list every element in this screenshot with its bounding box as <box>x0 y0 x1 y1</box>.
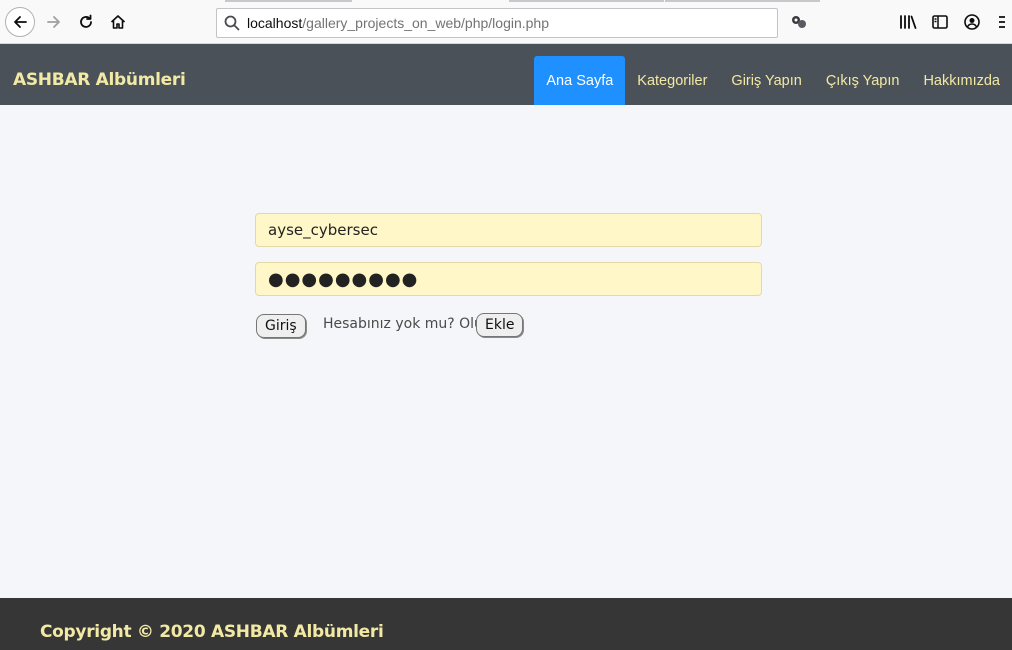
reload-button[interactable] <box>71 7 101 37</box>
nav-item-ana-sayfa[interactable]: Ana Sayfa <box>534 56 626 105</box>
password-value: ●●●●●●●●● <box>268 268 419 290</box>
address-bar[interactable]: localhost/gallery_projects_on_web/php/lo… <box>216 8 778 38</box>
site-brand[interactable]: ASHBAR Albümleri <box>13 70 186 90</box>
nav-item-hakkimizda[interactable]: Hakkımızda <box>911 56 1012 105</box>
extension-icon[interactable] <box>789 12 809 32</box>
nav-menu: Ana Sayfa Kategoriler Giriş Yapın Çıkış … <box>534 56 1012 105</box>
forward-arrow-icon <box>47 16 60 28</box>
home-icon <box>110 15 126 29</box>
site-navbar: ASHBAR Albümleri Ana Sayfa Kategoriler G… <box>0 44 1012 105</box>
nav-item-cikis-yapin[interactable]: Çıkış Yapın <box>814 56 912 105</box>
menu-icon[interactable] <box>994 12 1010 32</box>
login-button[interactable]: Giriş <box>256 314 306 338</box>
account-icon[interactable] <box>962 12 982 32</box>
url-path: /gallery_projects_on_web/php/login.php <box>302 15 549 31</box>
tab-strip <box>0 0 1012 3</box>
url-host: localhost <box>247 15 303 31</box>
library-icon[interactable] <box>898 12 918 32</box>
forward-button[interactable] <box>39 7 69 37</box>
password-input[interactable]: ●●●●●●●●● <box>255 262 762 296</box>
nav-item-kategoriler[interactable]: Kategoriler <box>625 56 719 105</box>
search-icon <box>221 14 243 32</box>
back-arrow-icon <box>14 16 27 28</box>
reload-icon <box>80 14 92 28</box>
username-input[interactable]: ayse_cybersec <box>255 213 762 247</box>
signup-prompt: Hesabınız yok mu? Oluşt <box>323 316 496 332</box>
footer-copyright: Copyright © 2020 ASHBAR Albümleri <box>40 622 384 642</box>
home-button[interactable] <box>103 7 133 37</box>
browser-toolbar: localhost/gallery_projects_on_web/php/lo… <box>0 0 1012 44</box>
back-button[interactable] <box>5 7 35 37</box>
signup-add-button[interactable]: Ekle <box>476 313 524 337</box>
nav-item-giris-yapin[interactable]: Giriş Yapın <box>719 56 813 105</box>
username-value: ayse_cybersec <box>268 221 378 239</box>
sidebar-icon[interactable] <box>930 12 950 32</box>
url-text: localhost/gallery_projects_on_web/php/lo… <box>247 15 549 31</box>
site-footer: Copyright © 2020 ASHBAR Albümleri <box>0 598 1012 650</box>
